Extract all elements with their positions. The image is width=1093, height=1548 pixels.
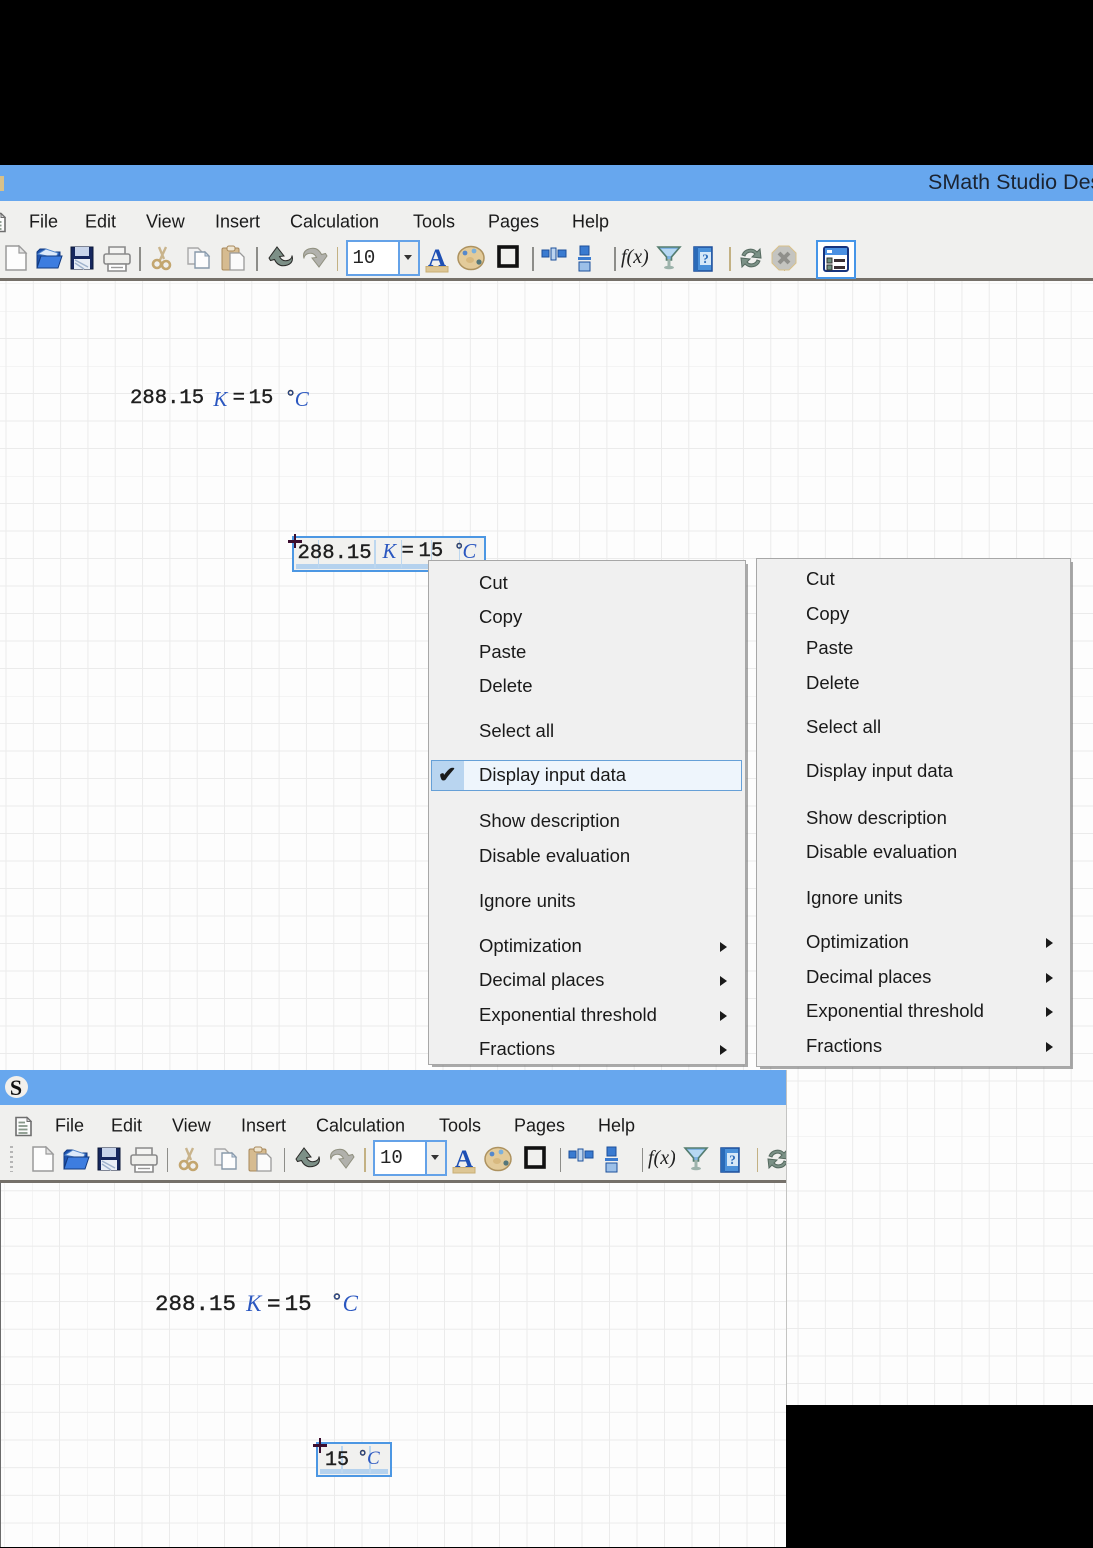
- svg-text:?: ?: [702, 251, 709, 266]
- svg-text:?: ?: [729, 1152, 736, 1167]
- svg-text:A: A: [455, 1146, 473, 1173]
- svg-text:A: A: [427, 245, 445, 272]
- svg-text:f(x): f(x): [648, 1147, 675, 1169]
- svg-text:f(x): f(x): [621, 246, 648, 268]
